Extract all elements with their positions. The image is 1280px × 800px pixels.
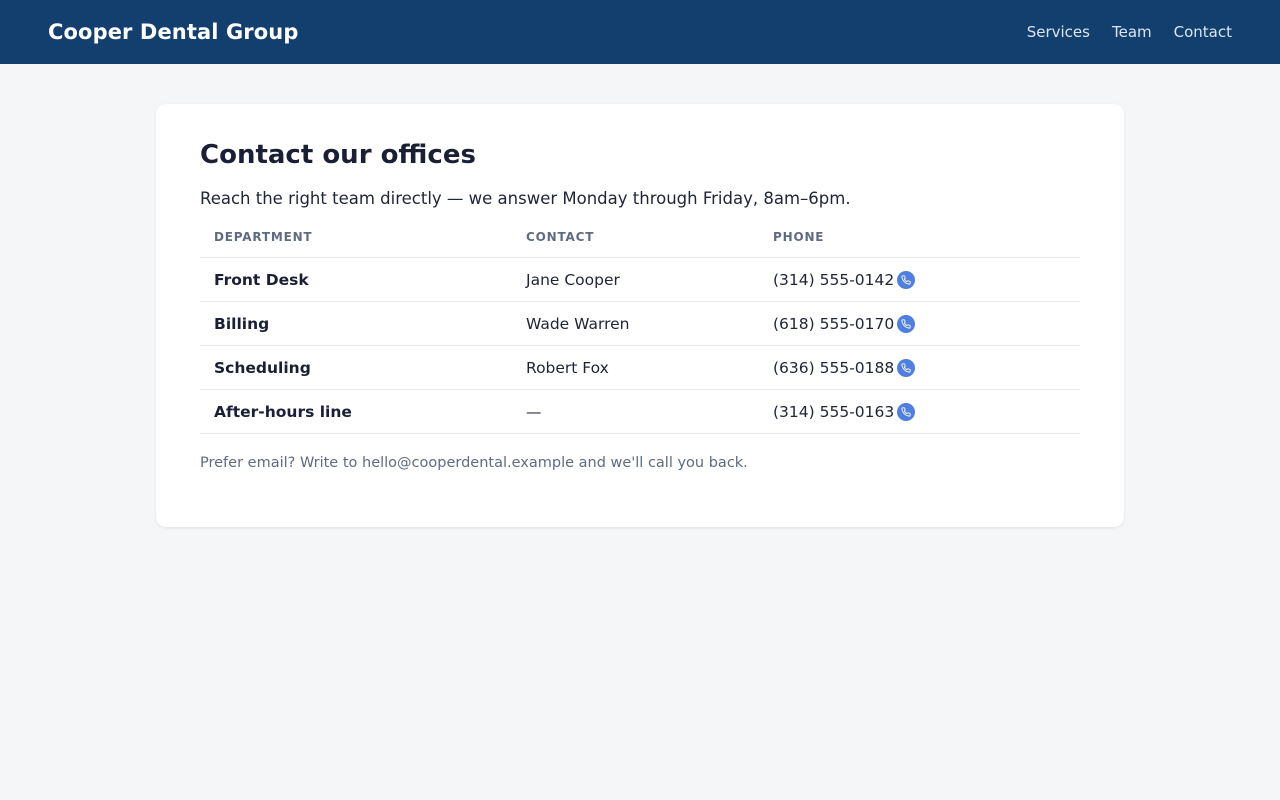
phone-wrap: (636) 555-0188	[773, 358, 916, 377]
department-cell: Billing	[200, 301, 512, 347]
nav-team[interactable]: Team	[1112, 23, 1152, 41]
phone-number[interactable]: (314) 555-0142	[773, 271, 894, 289]
contact-cell: Jane Cooper	[512, 257, 759, 303]
phone-cell: (314) 555-0142	[759, 257, 1080, 303]
contact-cell: Wade Warren	[512, 301, 759, 347]
phone-icon[interactable]	[897, 314, 916, 333]
department-cell: Scheduling	[200, 345, 512, 391]
contact-cell: Robert Fox	[512, 345, 759, 391]
column-header-phone: PHONE	[759, 230, 1080, 259]
phone-wrap: (314) 555-0142	[773, 270, 916, 289]
nav-services[interactable]: Services	[1027, 23, 1090, 41]
email-note: Prefer email? Write to hello@cooperdenta…	[200, 455, 748, 472]
contacts-table: DEPARTMENT CONTACT PHONE Front Desk Jane…	[200, 230, 1080, 435]
table-header-row: DEPARTMENT CONTACT PHONE	[200, 230, 1080, 259]
phone-icon[interactable]	[897, 270, 916, 289]
brand-name[interactable]: Cooper Dental Group	[48, 20, 298, 44]
department-cell: After-hours line	[200, 389, 512, 435]
phone-cell: (314) 555-0163	[759, 389, 1080, 435]
table-row: Scheduling Robert Fox (636) 555-0188	[200, 345, 1080, 391]
contact-cell: —	[512, 389, 759, 435]
top-bar: Cooper Dental Group Services Team Contac…	[0, 0, 1280, 64]
phone-wrap: (618) 555-0170	[773, 314, 916, 333]
phone-cell: (636) 555-0188	[759, 345, 1080, 391]
table-row: After-hours line — (314) 555-0163	[200, 389, 1080, 435]
phone-icon[interactable]	[897, 358, 916, 377]
column-header-department: DEPARTMENT	[200, 230, 512, 259]
page-title: Contact our offices	[200, 140, 476, 170]
column-header-contact: CONTACT	[512, 230, 759, 259]
table-row: Billing Wade Warren (618) 555-0170	[200, 301, 1080, 347]
page-subtitle: Reach the right team directly — we answe…	[200, 189, 851, 209]
phone-number[interactable]: (314) 555-0163	[773, 403, 894, 421]
phone-wrap: (314) 555-0163	[773, 402, 916, 421]
main-nav: Services Team Contact	[1027, 23, 1232, 41]
phone-icon[interactable]	[897, 402, 916, 421]
table-row: Front Desk Jane Cooper (314) 555-0142	[200, 257, 1080, 303]
phone-number[interactable]: (618) 555-0170	[773, 315, 894, 333]
department-cell: Front Desk	[200, 257, 512, 303]
phone-number[interactable]: (636) 555-0188	[773, 359, 894, 377]
contact-card: Contact our offices Reach the right team…	[156, 104, 1124, 527]
phone-cell: (618) 555-0170	[759, 301, 1080, 347]
nav-contact[interactable]: Contact	[1174, 23, 1232, 41]
